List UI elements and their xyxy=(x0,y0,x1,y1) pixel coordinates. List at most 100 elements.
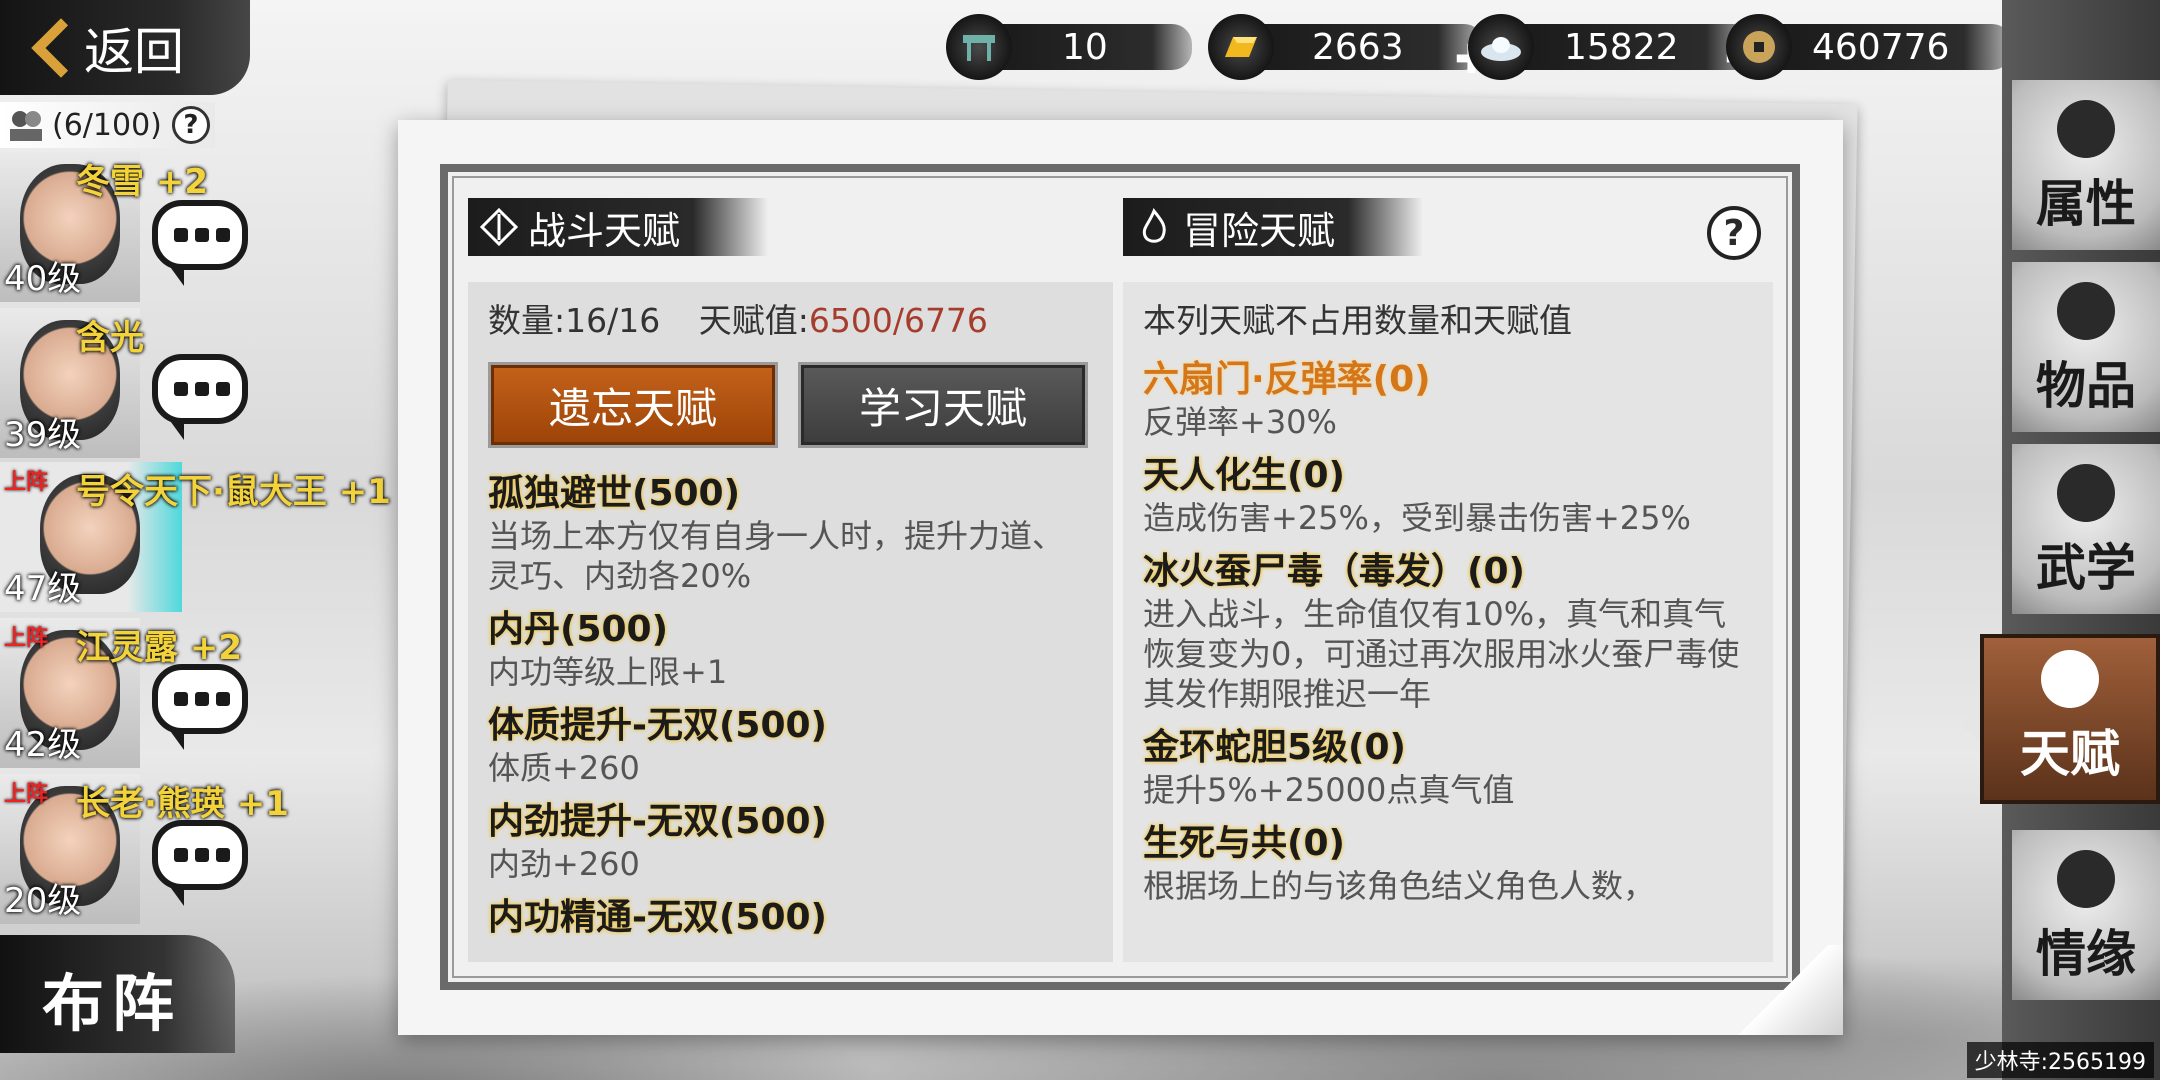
learn-talent-button[interactable]: 学习天赋 xyxy=(798,362,1088,448)
member-level: 40级 xyxy=(4,259,82,299)
member-name: 号令天下·鼠大王 +1 xyxy=(76,464,391,513)
talent-desc: 内劲+260 xyxy=(488,845,640,883)
gold-bar-icon xyxy=(1208,14,1274,80)
roster-help-button[interactable]: ? xyxy=(171,106,210,144)
nav-label: 物品 xyxy=(2036,356,2136,415)
member-bonus: +2 xyxy=(189,628,242,668)
member-bonus: +1 xyxy=(236,784,289,824)
resource-value: 460776 xyxy=(1812,26,1950,68)
combat-talent-column: 战斗天赋 数量:16/16 天赋值:6500/6776 遗忘天赋 学习天赋 孤独… xyxy=(468,182,1113,972)
talent-desc: 进入战斗，生命值仅有10%，真气和真气恢复变为0，可通过再次服用冰火蚕尸毒使其发… xyxy=(1143,595,1740,713)
mask-icon xyxy=(2057,100,2115,158)
member-name: 含光 xyxy=(76,310,144,359)
talent-name: 冰火蚕尸毒（毒发）(0) xyxy=(1143,551,1525,592)
formation-button[interactable]: 布阵 xyxy=(0,935,235,1053)
nav-label: 武学 xyxy=(2036,538,2136,597)
talent-desc: 内功等级上限+1 xyxy=(488,653,728,691)
combat-talent-list[interactable]: 孤独避世(500) 当场上本方仅有自身一人时，提升力道、灵巧、内劲各20% 内丹… xyxy=(488,472,1095,940)
adventure-note: 本列天赋不占用数量和天赋值 xyxy=(1143,301,1572,340)
nav-martial-arts[interactable]: 武学 xyxy=(2012,444,2160,614)
back-button[interactable]: 返回 xyxy=(0,0,250,95)
nav-attributes[interactable]: 属性 xyxy=(2012,80,2160,250)
copper-coin-icon xyxy=(1726,14,1792,80)
on-stage-badge: 上阵 xyxy=(4,470,49,495)
heart-icon xyxy=(2057,850,2115,908)
nav-label: 属性 xyxy=(2036,174,2136,233)
member-level: 42级 xyxy=(4,725,82,765)
roster-capacity: (6/100) ? xyxy=(0,102,215,148)
nav-items[interactable]: 物品 xyxy=(2012,262,2160,432)
combat-talent-stats: 数量:16/16 天赋值:6500/6776 xyxy=(488,294,988,342)
resource-counter-tickets: 10 xyxy=(946,14,1192,80)
talent-name: 内劲提升-无双(500) xyxy=(488,801,827,842)
gift-box-icon xyxy=(2057,282,2115,340)
formation-label: 布阵 xyxy=(42,967,183,1040)
adventure-talent-header: 冒险天赋 xyxy=(1123,198,1423,256)
chat-bubble-icon[interactable] xyxy=(152,200,248,286)
talent-desc: 根据场上的与该角色结义角色人数， xyxy=(1143,867,1656,905)
member-name-text: 江灵露 xyxy=(76,628,178,668)
talent-name: 六扇门·反弹率(0) xyxy=(1143,359,1431,400)
member-name-text: 号令天下·鼠大王 xyxy=(76,472,327,512)
on-stage-badge: 上阵 xyxy=(4,626,49,651)
book-icon xyxy=(2057,464,2115,522)
nav-relationships[interactable]: 情缘 xyxy=(2012,830,2160,1000)
on-stage-badge: 上阵 xyxy=(4,782,49,807)
talent-value: 6500/6776 xyxy=(808,301,988,340)
nav-talents[interactable]: 天赋 xyxy=(1980,634,2160,804)
resource-value: 15822 xyxy=(1564,26,1679,68)
flame-icon xyxy=(1142,208,1166,243)
ticket-stand-icon xyxy=(946,14,1012,80)
member-name-text: 冬雪 xyxy=(76,162,144,202)
nav-label: 情缘 xyxy=(2036,924,2136,983)
adventure-talent-list[interactable]: 六扇门·反弹率(0) 反弹率+30% 天人化生(0) 造成伤害+25%，受到暴击… xyxy=(1143,358,1755,918)
resource-value: 2663 xyxy=(1312,26,1404,68)
nav-label: 天赋 xyxy=(2020,724,2120,783)
member-name-text: 含光 xyxy=(76,318,144,358)
talent-name: 天人化生(0) xyxy=(1143,455,1345,496)
resource-counter-gold: 2663 ✚ xyxy=(1208,14,1488,80)
chat-bubble-icon[interactable] xyxy=(152,354,248,440)
combat-talent-icon xyxy=(480,208,518,246)
member-name: 长老·熊瑛 +1 xyxy=(76,776,289,825)
server-id: 少林寺:2565199 xyxy=(1966,1042,2154,1078)
talent-name: 内功精通-无双(500) xyxy=(488,897,827,938)
member-level: 20级 xyxy=(4,881,82,921)
disciples-icon xyxy=(10,111,42,141)
talent-desc: 提升5%+25000点真气值 xyxy=(1143,771,1515,809)
page-curl xyxy=(1723,945,1843,1035)
talent-name: 金环蛇胆5级(0) xyxy=(1143,727,1407,768)
chat-bubble-icon[interactable] xyxy=(152,664,248,750)
talent-name: 内丹(500) xyxy=(488,609,669,650)
chat-bubble-icon[interactable] xyxy=(152,820,248,906)
combat-talent-header: 战斗天赋 xyxy=(468,198,768,256)
resource-counter-silver: 15822 ✚ xyxy=(1468,14,1758,80)
back-label: 返回 xyxy=(84,22,184,81)
member-bonus: +1 xyxy=(338,472,391,512)
talent-frame: 战斗天赋 数量:16/16 天赋值:6500/6776 遗忘天赋 学习天赋 孤独… xyxy=(440,164,1800,990)
roster-capacity-value: (6/100) xyxy=(52,107,162,143)
member-level: 39级 xyxy=(4,415,82,455)
talent-value-label: 天赋值: xyxy=(698,301,809,340)
talent-help-button[interactable]: ? xyxy=(1707,206,1761,260)
talent-name: 体质提升-无双(500) xyxy=(488,705,827,746)
talent-desc: 体质+260 xyxy=(488,749,640,787)
member-name: 江灵露 +2 xyxy=(76,620,242,669)
forget-talent-button[interactable]: 遗忘天赋 xyxy=(488,362,778,448)
talent-tree-icon xyxy=(2041,650,2099,708)
combat-talent-title: 战斗天赋 xyxy=(528,208,681,253)
silver-ingot-icon xyxy=(1468,14,1534,80)
member-name: 冬雪 +2 xyxy=(76,154,208,203)
talent-count: 数量:16/16 xyxy=(488,301,661,340)
member-bonus: +2 xyxy=(155,162,208,202)
talent-desc: 造成伤害+25%，受到暴击伤害+25% xyxy=(1143,499,1691,537)
talent-desc: 反弹率+30% xyxy=(1143,403,1337,441)
member-name-text: 长老·熊瑛 xyxy=(76,784,225,824)
talent-panel: 战斗天赋 数量:16/16 天赋值:6500/6776 遗忘天赋 学习天赋 孤独… xyxy=(398,120,1843,1035)
member-level: 47级 xyxy=(4,569,82,609)
talent-name: 孤独避世(500) xyxy=(488,473,741,514)
resource-value: 10 xyxy=(1062,26,1108,68)
adventure-talent-title: 冒险天赋 xyxy=(1183,208,1336,253)
resource-counter-copper: 460776 xyxy=(1726,14,2012,80)
talent-desc: 当场上本方仅有自身一人时，提升力道、灵巧、内劲各20% xyxy=(488,517,1065,595)
